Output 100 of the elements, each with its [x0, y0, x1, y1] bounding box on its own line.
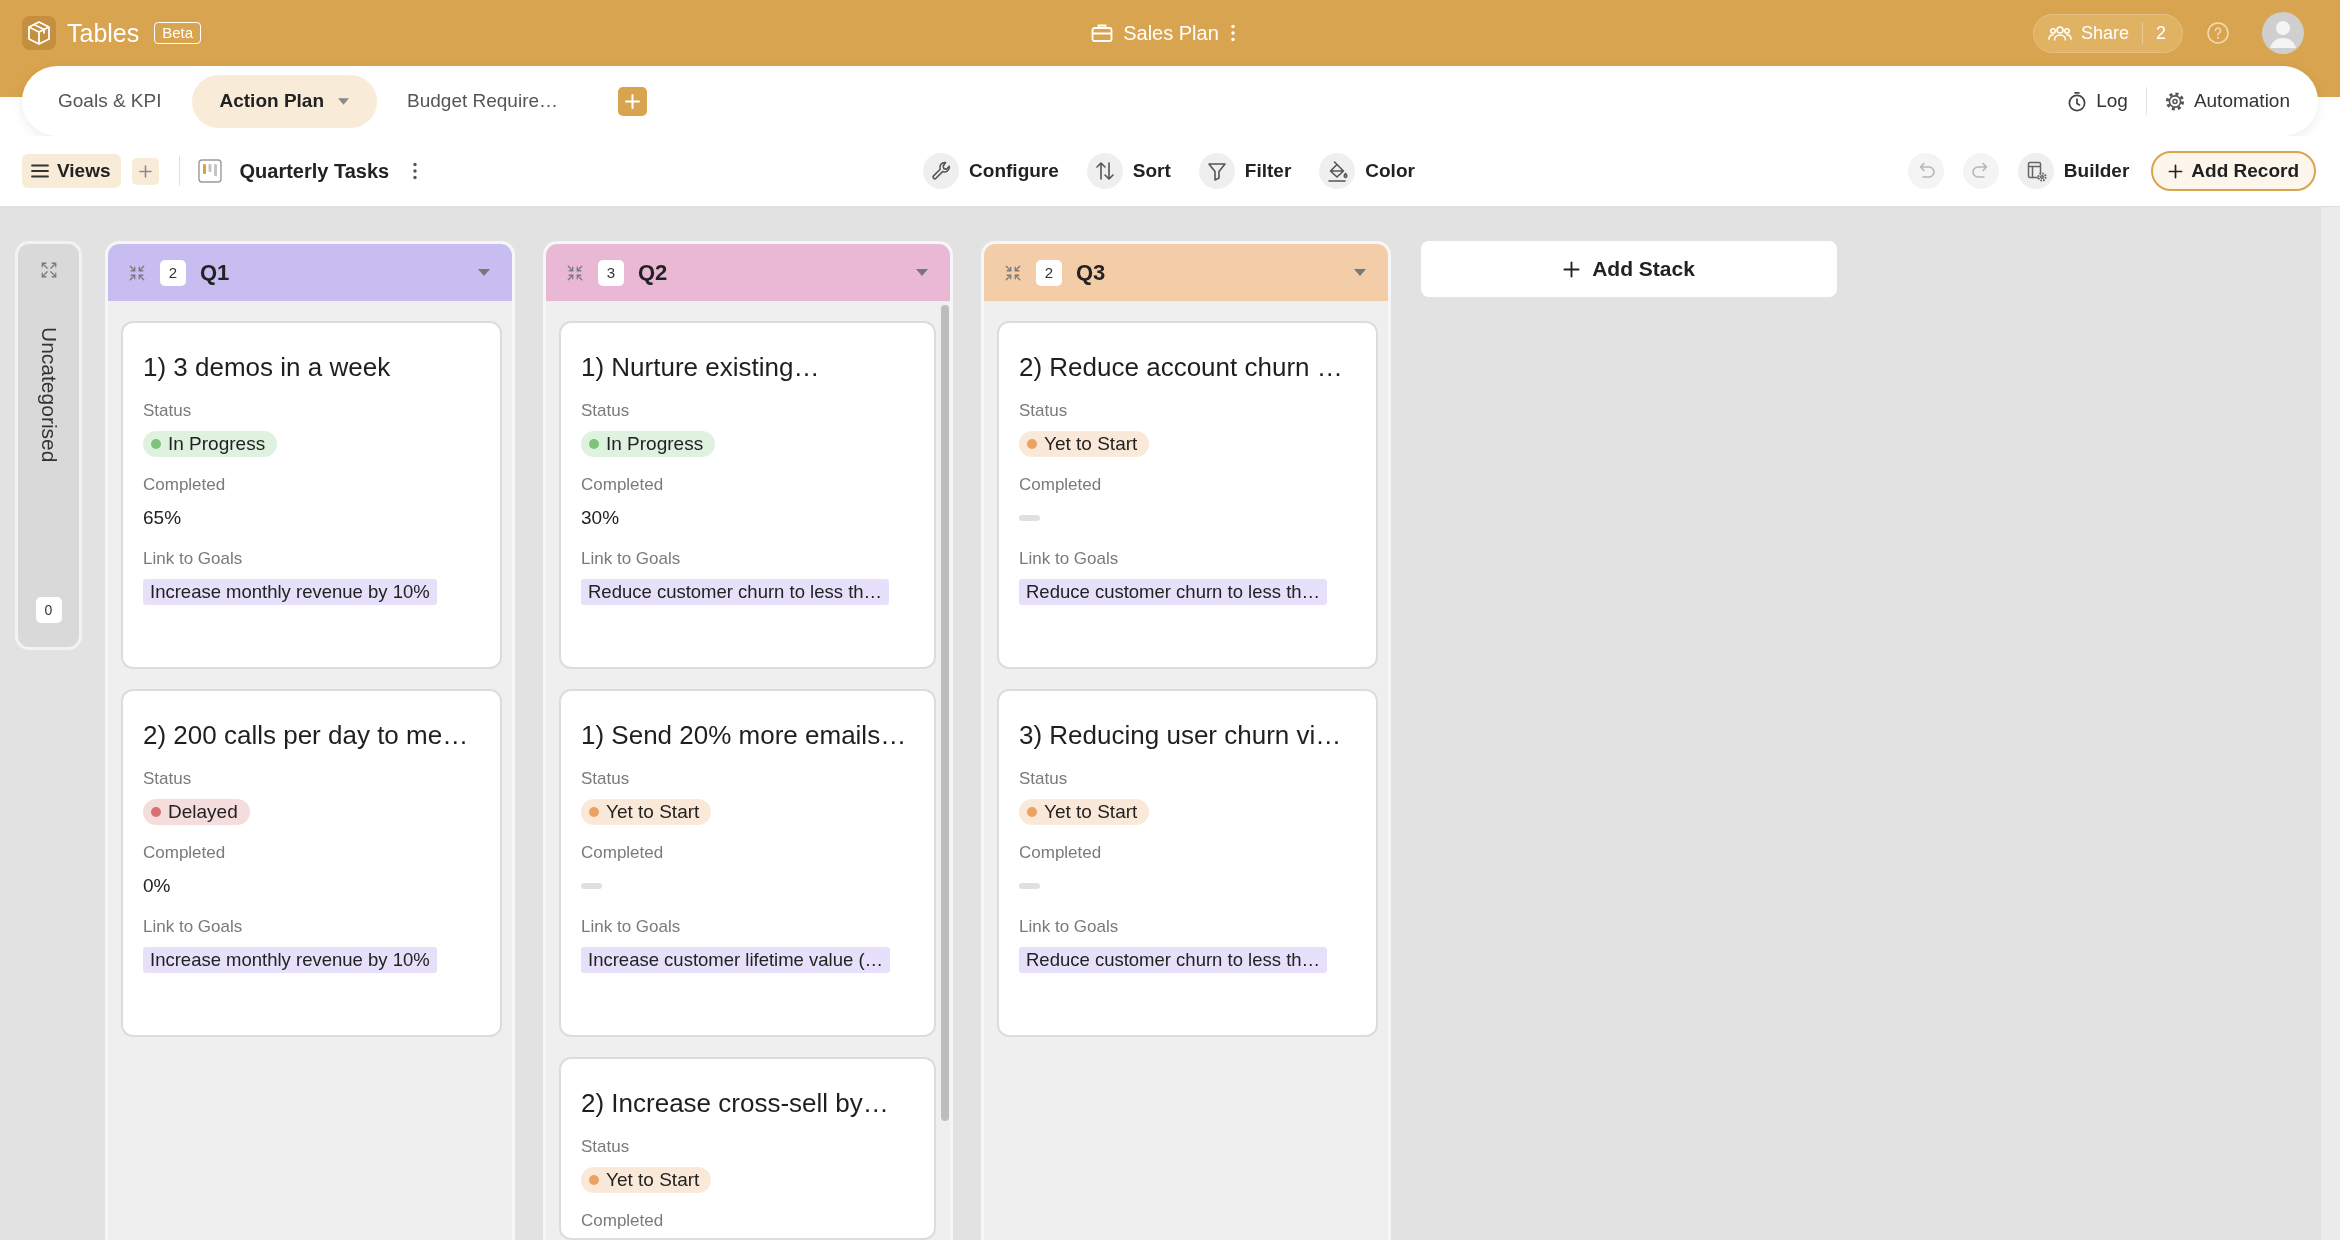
view-title[interactable]: Quarterly Tasks	[239, 159, 390, 183]
scrollbar[interactable]	[941, 305, 949, 1121]
field-label: Completed	[143, 842, 227, 864]
menu-icon	[31, 164, 49, 178]
field-label: Status	[143, 768, 193, 790]
field-label: Completed	[143, 474, 227, 496]
status-label: Yet to Start	[1044, 801, 1138, 823]
add-record-button[interactable]: Add Record	[2151, 151, 2316, 191]
avatar[interactable]	[2262, 12, 2304, 54]
card-title: 2) Reduce account churn …	[1019, 352, 1344, 383]
record-card[interactable]: 1) Send 20% more emails… Status Yet to Start Completed Link to Goals Increase customer lifetime value (…	[559, 689, 936, 1037]
goal-link-tag[interactable]: Increase monthly revenue by 10%	[143, 947, 437, 973]
briefcase-icon	[1091, 23, 1114, 43]
collaborator-count: 2	[2156, 22, 2166, 44]
field-label: Status	[143, 400, 193, 422]
funnel-icon	[1198, 153, 1235, 189]
stack-header[interactable]: 3 Q2	[546, 244, 950, 301]
caret-icon	[338, 97, 349, 105]
status-label: Yet to Start	[1044, 433, 1138, 455]
record-card[interactable]: 3) Reducing user churn vi… Status Yet to Start Completed Link to Goals Reduce customer churn to less th…	[997, 689, 1378, 1037]
stack-title: Q3	[1076, 259, 1106, 286]
stack-header[interactable]: 2 Q1	[108, 244, 512, 301]
goal-link-tag[interactable]: Increase customer lifetime value (…	[581, 947, 891, 973]
wrench-icon	[923, 153, 960, 189]
record-card[interactable]: 2) Increase cross-sell by… Status Yet to Start Completed	[559, 1057, 936, 1240]
cube-logo-icon	[22, 16, 56, 50]
add-stack-button[interactable]: Add Stack	[1421, 241, 1837, 297]
collapse-icon[interactable]	[1004, 263, 1022, 282]
plus-icon	[1563, 260, 1581, 278]
field-label: Status	[1019, 400, 1069, 422]
field-label: Link to Goals	[143, 916, 244, 938]
field-label: Link to Goals	[143, 548, 244, 570]
expand-icon[interactable]	[39, 261, 58, 279]
field-label: Completed	[581, 842, 665, 864]
uncategorised-stack[interactable]: Uncategorised 0	[15, 241, 82, 650]
caret-icon[interactable]	[1354, 269, 1366, 276]
stack-header[interactable]: 2 Q3	[984, 244, 1388, 301]
card-title: 1) Nurture existing…	[581, 352, 821, 383]
field-label: Status	[581, 1136, 631, 1158]
views-button[interactable]: Views	[22, 154, 121, 188]
field-label: Status	[1019, 768, 1069, 790]
record-card[interactable]: 2) Reduce account churn … Status Yet to Start Completed Link to Goals Reduce customer churn to less th…	[997, 321, 1378, 669]
app-name: Tables	[67, 18, 140, 48]
undo-icon	[1907, 153, 1944, 189]
caret-icon[interactable]	[478, 269, 490, 276]
record-card[interactable]: 1) Nurture existing… Status In Progress Completed 30% Link to Goals Reduce customer churn to less th…	[559, 321, 936, 669]
field-label: Link to Goals	[1019, 916, 1120, 938]
goal-link-tag[interactable]: Reduce customer churn to less th…	[1019, 579, 1328, 605]
field-value: 65%	[143, 507, 182, 529]
card-title: 3) Reducing user churn vi…	[1019, 720, 1343, 751]
filter-button[interactable]: Filter	[1198, 153, 1292, 189]
tab[interactable]: Goals & KPI	[30, 74, 190, 128]
goal-link-tag[interactable]: Increase monthly revenue by 10%	[143, 579, 437, 605]
tab[interactable]: Action Plan	[191, 74, 377, 128]
field-label: Status	[581, 400, 631, 422]
more-icon[interactable]	[413, 162, 418, 180]
help-icon[interactable]	[2207, 22, 2229, 44]
stopwatch-icon	[2067, 90, 2088, 112]
color-button[interactable]: Color	[1319, 153, 1415, 189]
field-label: Link to Goals	[581, 548, 682, 570]
collapse-icon[interactable]	[566, 263, 584, 282]
status-label: Yet to Start	[606, 1169, 700, 1191]
card-count-badge: 2	[1036, 259, 1062, 286]
card-count-badge: 0	[35, 597, 62, 623]
goal-link-tag[interactable]: Reduce customer churn to less th…	[581, 579, 890, 605]
field-label: Completed	[581, 1210, 665, 1232]
record-card[interactable]: 1) 3 demos in a week Status In Progress Completed 65% Link to Goals Increase monthly revenue by 10%	[121, 321, 502, 669]
collapse-icon[interactable]	[128, 263, 146, 282]
goal-link-tag[interactable]: Reduce customer churn to less th…	[1019, 947, 1328, 973]
automation-button[interactable]: Automation	[2164, 90, 2290, 112]
card-title: 1) Send 20% more emails…	[581, 720, 908, 751]
stack-title: Q2	[638, 259, 668, 286]
caret-icon[interactable]	[916, 269, 928, 276]
kanban-board-icon	[197, 159, 222, 183]
field-value: 30%	[581, 507, 620, 529]
status-label: Delayed	[168, 801, 238, 823]
tab[interactable]: Budget Require…	[379, 74, 587, 128]
add-view-button[interactable]	[131, 157, 159, 185]
sort-button[interactable]: Sort	[1086, 153, 1171, 189]
plus-icon	[625, 93, 641, 109]
stack-title: Uncategorised	[36, 327, 61, 463]
paint-bucket-icon	[1319, 153, 1356, 189]
configure-button[interactable]: Configure	[923, 153, 1059, 189]
field-label: Completed	[581, 474, 665, 496]
up-down-arrows-icon	[1086, 153, 1123, 189]
record-card[interactable]: 2) 200 calls per day to me… Status Delayed Completed 0% Link to Goals Increase monthly revenue by 10%	[121, 689, 502, 1037]
people-icon	[2047, 25, 2072, 41]
field-value: 0%	[143, 875, 171, 897]
table-settings-icon	[2017, 153, 2054, 189]
stack-title: Q1	[200, 259, 230, 286]
field-label: Link to Goals	[581, 916, 682, 938]
log-button[interactable]: Log	[2067, 90, 2128, 112]
plus-icon	[138, 164, 152, 178]
add-tab-button[interactable]	[618, 86, 648, 116]
status-label: Yet to Start	[606, 801, 700, 823]
status-label: In Progress	[606, 433, 704, 455]
builder-button[interactable]: Builder	[2017, 153, 2130, 189]
card-count-badge: 2	[160, 259, 186, 286]
gear-icon	[2164, 90, 2185, 112]
field-label: Completed	[1019, 842, 1103, 864]
